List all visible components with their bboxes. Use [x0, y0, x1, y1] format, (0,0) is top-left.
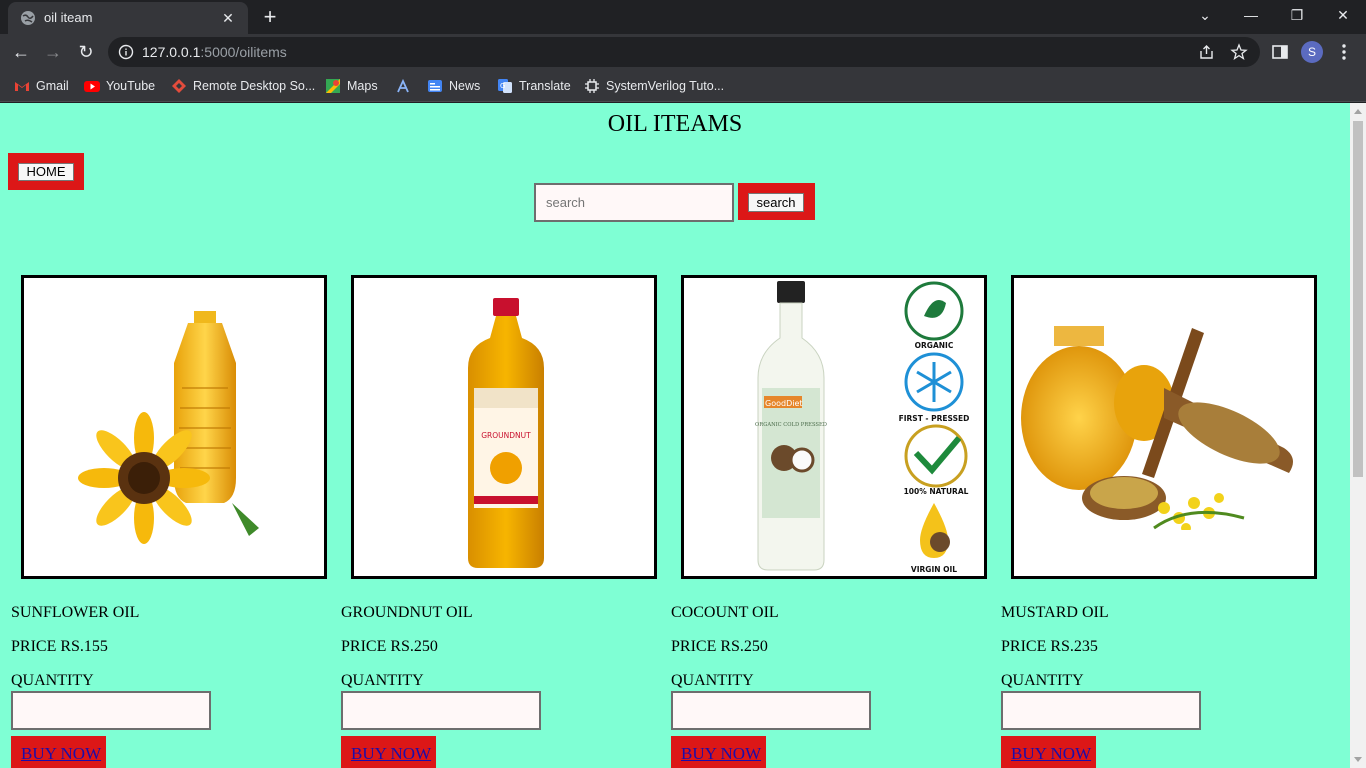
coconut-oil-image: GoodDiet ORGANIC COLD PRESSED ORGANIC FI…	[755, 281, 970, 574]
mustard-oil-image	[1014, 326, 1314, 576]
back-icon[interactable]: ←	[8, 39, 34, 65]
news-icon	[428, 80, 442, 92]
side-panel-icon[interactable]	[1270, 42, 1290, 62]
tab-title: oil iteam	[44, 10, 93, 25]
quantity-input[interactable]	[341, 691, 541, 730]
product-price: PRICE RS.250	[341, 638, 438, 655]
bookmark-youtube[interactable]: YouTube	[84, 76, 155, 96]
coconut-brand-text: GoodDiet	[765, 399, 803, 408]
page-content: OIL ITEAMS HOME search search SUNFLOWER …	[0, 103, 1350, 768]
bookmarks-bar: Gmail YouTube Remote Desktop So... Maps …	[0, 70, 1366, 102]
chip-icon	[585, 79, 599, 93]
bookmark-maps[interactable]: Maps	[325, 76, 378, 96]
bookmark-star-icon[interactable]	[1230, 43, 1248, 61]
buy-now-link[interactable]: BUY NOW	[681, 744, 761, 764]
quantity-label: QUANTITY	[11, 672, 94, 689]
page-title: OIL ITEAMS	[607, 111, 743, 137]
home-button[interactable]: HOME	[18, 163, 74, 181]
product-card-sunflower: SUNFLOWER OIL PRICE RS.155 QUANTITY BUY …	[11, 275, 331, 768]
badge-virgin-oil: VIRGIN OIL	[911, 565, 957, 574]
product-name: COCOUNT OIL	[671, 604, 779, 621]
tab-search-icon[interactable]: ⌄	[1182, 0, 1228, 30]
badge-natural: 100% NATURAL	[904, 487, 969, 496]
remote-desktop-icon	[172, 79, 186, 93]
bookmark-remote-desktop[interactable]: Remote Desktop So...	[171, 76, 315, 96]
groundnut-bottle-label: GROUNDNUT	[481, 431, 531, 440]
maps-icon	[326, 79, 340, 93]
product-name: GROUNDNUT OIL	[341, 604, 473, 621]
product-card-mustard: MUSTARD OIL PRICE RS.235 QUANTITY BUY NO…	[1001, 275, 1321, 768]
scroll-up-icon[interactable]	[1354, 109, 1362, 114]
translate-icon: G	[498, 79, 512, 93]
forward-icon[interactable]: →	[40, 39, 66, 65]
quantity-input[interactable]	[11, 691, 211, 730]
buy-now-button[interactable]: BUY NOW	[1001, 736, 1096, 768]
buy-now-link[interactable]: BUY NOW	[21, 744, 101, 764]
product-name: MUSTARD OIL	[1001, 604, 1109, 621]
buy-now-button[interactable]: BUY NOW	[11, 736, 106, 768]
browser-toolbar: ← → ↻ 127.0.0.1:5000/oilitems S	[0, 34, 1366, 70]
globe-icon	[21, 11, 35, 25]
sunflower-oil-image	[78, 311, 259, 544]
bookmark-app-icon	[397, 78, 409, 93]
buy-now-link[interactable]: BUY NOW	[1011, 744, 1091, 764]
page-scrollbar[interactable]	[1350, 103, 1366, 768]
scroll-thumb[interactable]	[1353, 121, 1363, 477]
menu-kebab-icon[interactable]	[1334, 42, 1354, 62]
buy-now-button[interactable]: BUY NOW	[341, 736, 436, 768]
restore-icon[interactable]: ❐	[1274, 0, 1320, 30]
bookmark-systemverilog[interactable]: SystemVerilog Tuto...	[584, 76, 724, 96]
quantity-input[interactable]	[671, 691, 871, 730]
bookmark-unnamed[interactable]	[395, 76, 417, 96]
product-image-coconut[interactable]: GoodDiet ORGANIC COLD PRESSED ORGANIC FI…	[681, 275, 987, 579]
quantity-label: QUANTITY	[341, 672, 424, 689]
product-name: SUNFLOWER OIL	[11, 604, 140, 621]
bookmark-news[interactable]: News	[427, 76, 480, 96]
product-card-groundnut: GROUNDNUT GROUNDNUT OIL PRICE RS.250 QUA…	[341, 275, 661, 768]
tab-close-icon[interactable]: ✕	[218, 8, 238, 28]
badge-organic: ORGANIC	[915, 341, 954, 350]
product-price: PRICE RS.235	[1001, 638, 1098, 655]
search-button[interactable]: search	[748, 193, 804, 212]
product-image-sunflower[interactable]	[21, 275, 327, 579]
svg-text:G: G	[500, 82, 505, 90]
quantity-input[interactable]	[1001, 691, 1201, 730]
product-price: PRICE RS.250	[671, 638, 768, 655]
browser-tab[interactable]: oil iteam ✕	[8, 2, 248, 34]
buy-now-link[interactable]: BUY NOW	[351, 744, 431, 764]
product-image-mustard[interactable]	[1011, 275, 1317, 579]
youtube-icon	[84, 81, 100, 92]
gmail-icon	[15, 82, 29, 91]
window-close-icon[interactable]: ✕	[1320, 0, 1366, 30]
buy-now-button[interactable]: BUY NOW	[671, 736, 766, 768]
coconut-bottle-text: ORGANIC COLD PRESSED	[755, 422, 827, 428]
search-button-container: search	[738, 183, 815, 220]
minimize-icon[interactable]: —	[1228, 0, 1274, 30]
tab-strip: oil iteam ✕ + ⌄ — ❐ ✕	[0, 0, 1366, 34]
product-price: PRICE RS.155	[11, 638, 108, 655]
product-card-coconut: GoodDiet ORGANIC COLD PRESSED ORGANIC FI…	[671, 275, 991, 768]
site-info-icon[interactable]	[118, 44, 134, 60]
bookmark-translate[interactable]: G Translate	[497, 76, 571, 96]
badge-first-pressed: FIRST - PRESSED	[899, 414, 970, 423]
reload-icon[interactable]: ↻	[73, 39, 99, 65]
bookmark-gmail[interactable]: Gmail	[14, 76, 69, 96]
quantity-label: QUANTITY	[1001, 672, 1084, 689]
address-bar[interactable]: 127.0.0.1:5000/oilitems	[108, 37, 1260, 67]
scroll-down-icon[interactable]	[1354, 757, 1362, 762]
search-input[interactable]	[534, 183, 734, 222]
url-text: 127.0.0.1:5000/oilitems	[142, 44, 287, 60]
home-button-container: HOME	[8, 153, 84, 190]
profile-avatar[interactable]: S	[1301, 41, 1323, 63]
product-image-groundnut[interactable]: GROUNDNUT	[351, 275, 657, 579]
share-icon[interactable]	[1198, 43, 1216, 61]
new-tab-icon[interactable]: +	[258, 5, 282, 29]
groundnut-oil-image: GROUNDNUT	[468, 298, 544, 568]
quantity-label: QUANTITY	[671, 672, 754, 689]
